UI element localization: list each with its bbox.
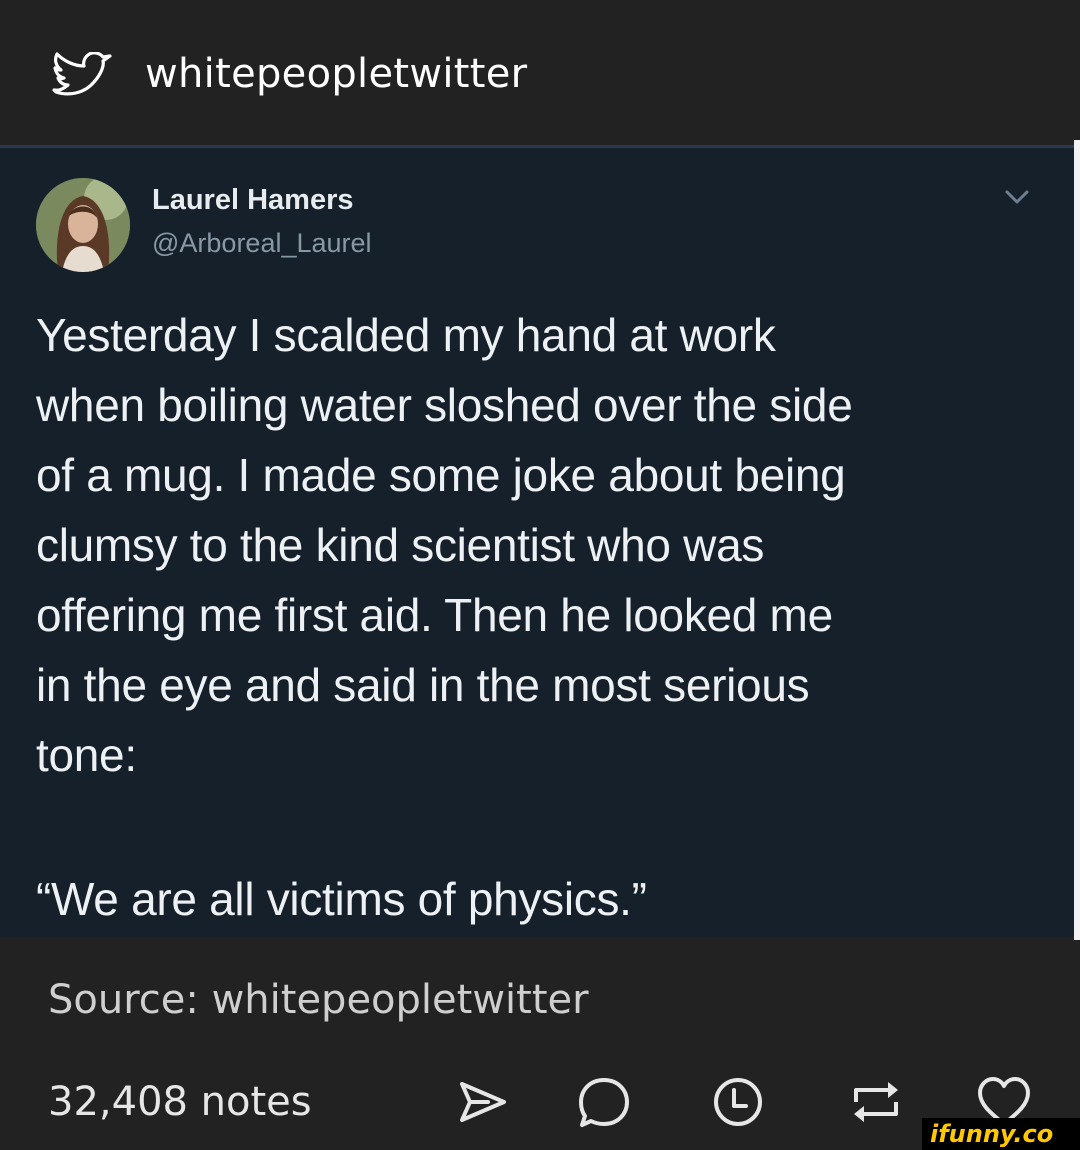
tumblr-post: whitepeopletwitter Laurel Hamers @Arbore…: [0, 0, 1080, 1150]
tweet-quote: “We are all victims of physics.”: [36, 873, 647, 925]
source-link[interactable]: Source: whitepeopletwitter: [48, 974, 589, 1026]
watermark-text: ifunny.co: [930, 1120, 1054, 1148]
tweet-author-name[interactable]: Laurel Hamers: [152, 184, 354, 217]
notes-count[interactable]: 32,408 notes: [48, 1074, 312, 1130]
reblog-icon: [854, 1082, 898, 1122]
post-header: whitepeopletwitter: [0, 0, 1080, 140]
tweet-author-handle[interactable]: @Arboreal_Laurel: [152, 228, 372, 259]
queue-button[interactable]: [708, 1072, 768, 1132]
tweet-screenshot: Laurel Hamers @Arboreal_Laurel Yesterday…: [0, 145, 1074, 937]
avatar: [36, 178, 130, 272]
reblog-button[interactable]: [846, 1072, 906, 1132]
ifunny-watermark: ifunny.co: [922, 1118, 1080, 1150]
scrollbar-edge: [1074, 140, 1080, 940]
avatar-photo-icon: [36, 178, 130, 272]
send-icon: [460, 1082, 506, 1122]
chevron-down-icon[interactable]: [1002, 186, 1032, 208]
reply-button[interactable]: [574, 1072, 634, 1132]
twitter-bird-icon[interactable]: [50, 52, 116, 104]
clock-icon: [714, 1078, 762, 1126]
comment-icon: [579, 1078, 629, 1127]
blog-name[interactable]: whitepeopletwitter: [145, 48, 527, 100]
tweet-text: Yesterday I scalded my hand at work when…: [36, 309, 853, 781]
share-button[interactable]: [452, 1072, 512, 1132]
